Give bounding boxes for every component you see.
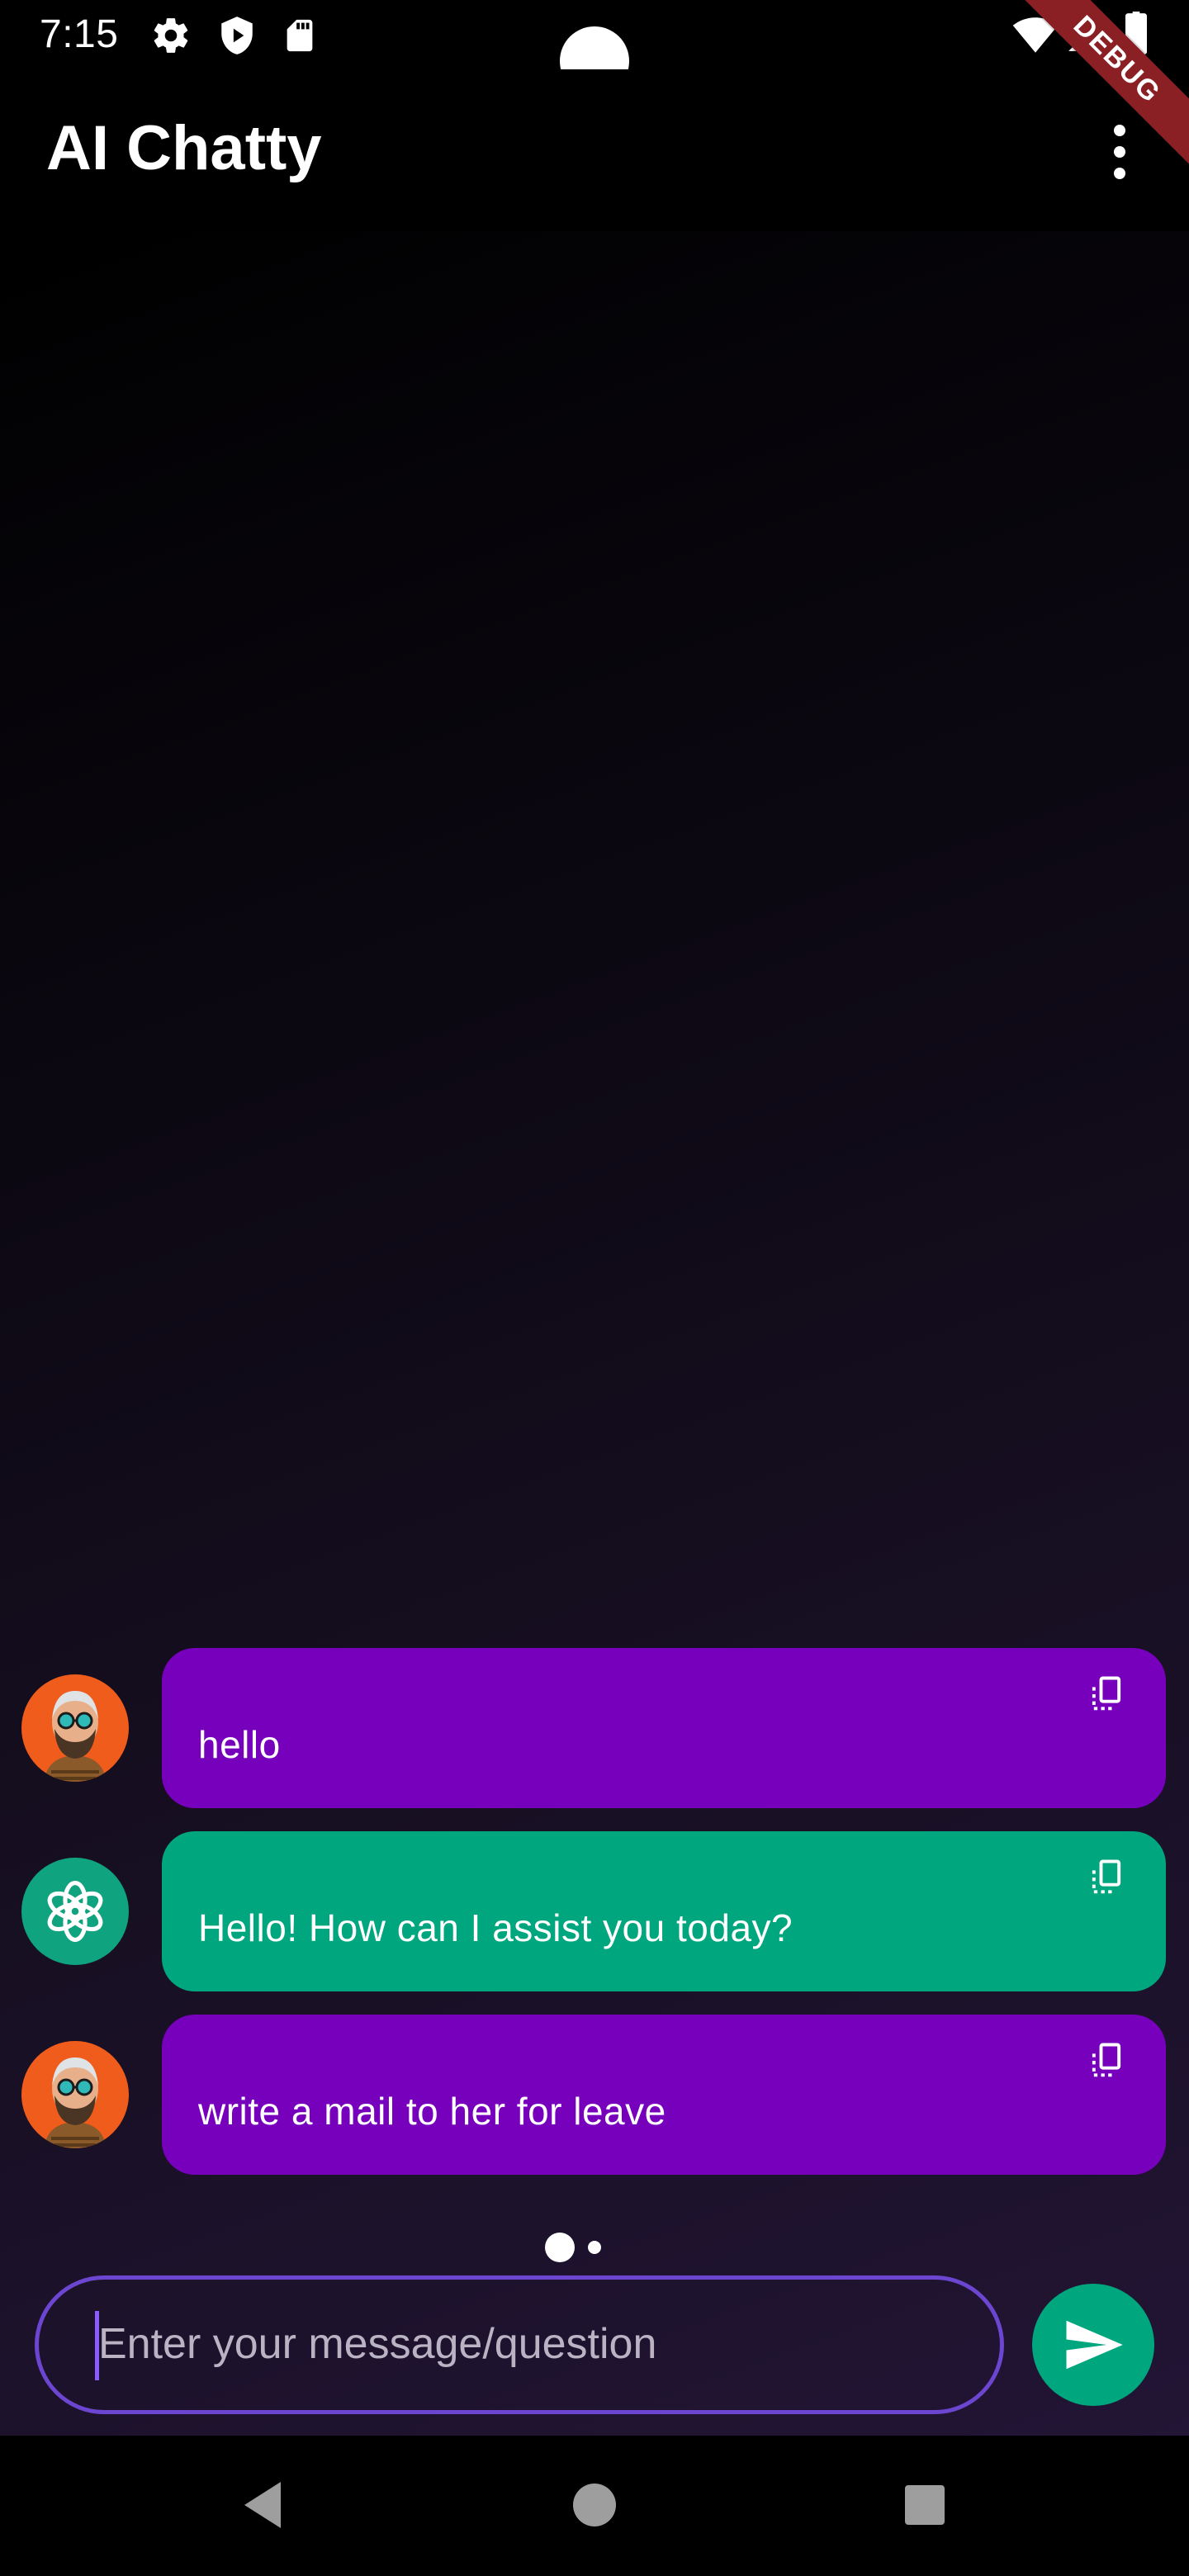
play-protect-icon (216, 15, 258, 60)
copy-icon[interactable] (1085, 1673, 1128, 1716)
app-bar: AI Chatty (0, 69, 1189, 231)
page-dot-active[interactable] (545, 2233, 575, 2262)
assistant-message-bubble[interactable]: Hello! How can I assist you today? (162, 1831, 1166, 1991)
recents-icon[interactable] (900, 2479, 950, 2536)
copy-icon[interactable] (1085, 1856, 1128, 1899)
more-dot (1114, 125, 1125, 136)
copy-icon[interactable] (1085, 2039, 1128, 2082)
chat-area[interactable]: hello Hello! How can I assist you today?… (0, 231, 1189, 2436)
more-dot (1114, 146, 1125, 158)
user-message-bubble[interactable]: hello (162, 1648, 1166, 1808)
page-dot[interactable] (588, 2241, 601, 2254)
input-placeholder: Enter your message/question (98, 2320, 657, 2368)
send-icon (1066, 2320, 1123, 2370)
message-row: hello (0, 1648, 1189, 1808)
app-title: AI Chatty (46, 113, 322, 183)
openai-logo-icon (21, 1858, 129, 1965)
message-row: Hello! How can I assist you today? (0, 1831, 1189, 1991)
message-row: write a mail to her for leave (0, 2015, 1189, 2175)
message-text: hello (198, 1723, 281, 1766)
user-avatar (21, 1674, 129, 1782)
sd-card-icon (281, 15, 319, 60)
user-avatar (21, 2041, 129, 2148)
status-time: 7:15 (40, 12, 119, 56)
more-vert-icon[interactable] (1087, 111, 1153, 193)
gear-icon (150, 15, 192, 60)
send-button[interactable] (1032, 2284, 1154, 2406)
message-input[interactable]: Enter your message/question (35, 2275, 1004, 2414)
user-message-bubble[interactable]: write a mail to her for leave (162, 2015, 1166, 2175)
message-text: write a mail to her for leave (198, 2090, 666, 2133)
message-text: Hello! How can I assist you today? (198, 1906, 793, 1949)
screen: 7:15 AI Chatty DEBUG hello Hello! How ca… (0, 0, 1189, 2576)
back-icon[interactable] (238, 2479, 287, 2536)
home-icon[interactable] (570, 2479, 619, 2536)
more-dot (1114, 168, 1125, 179)
navigation-bar (0, 2436, 1189, 2576)
